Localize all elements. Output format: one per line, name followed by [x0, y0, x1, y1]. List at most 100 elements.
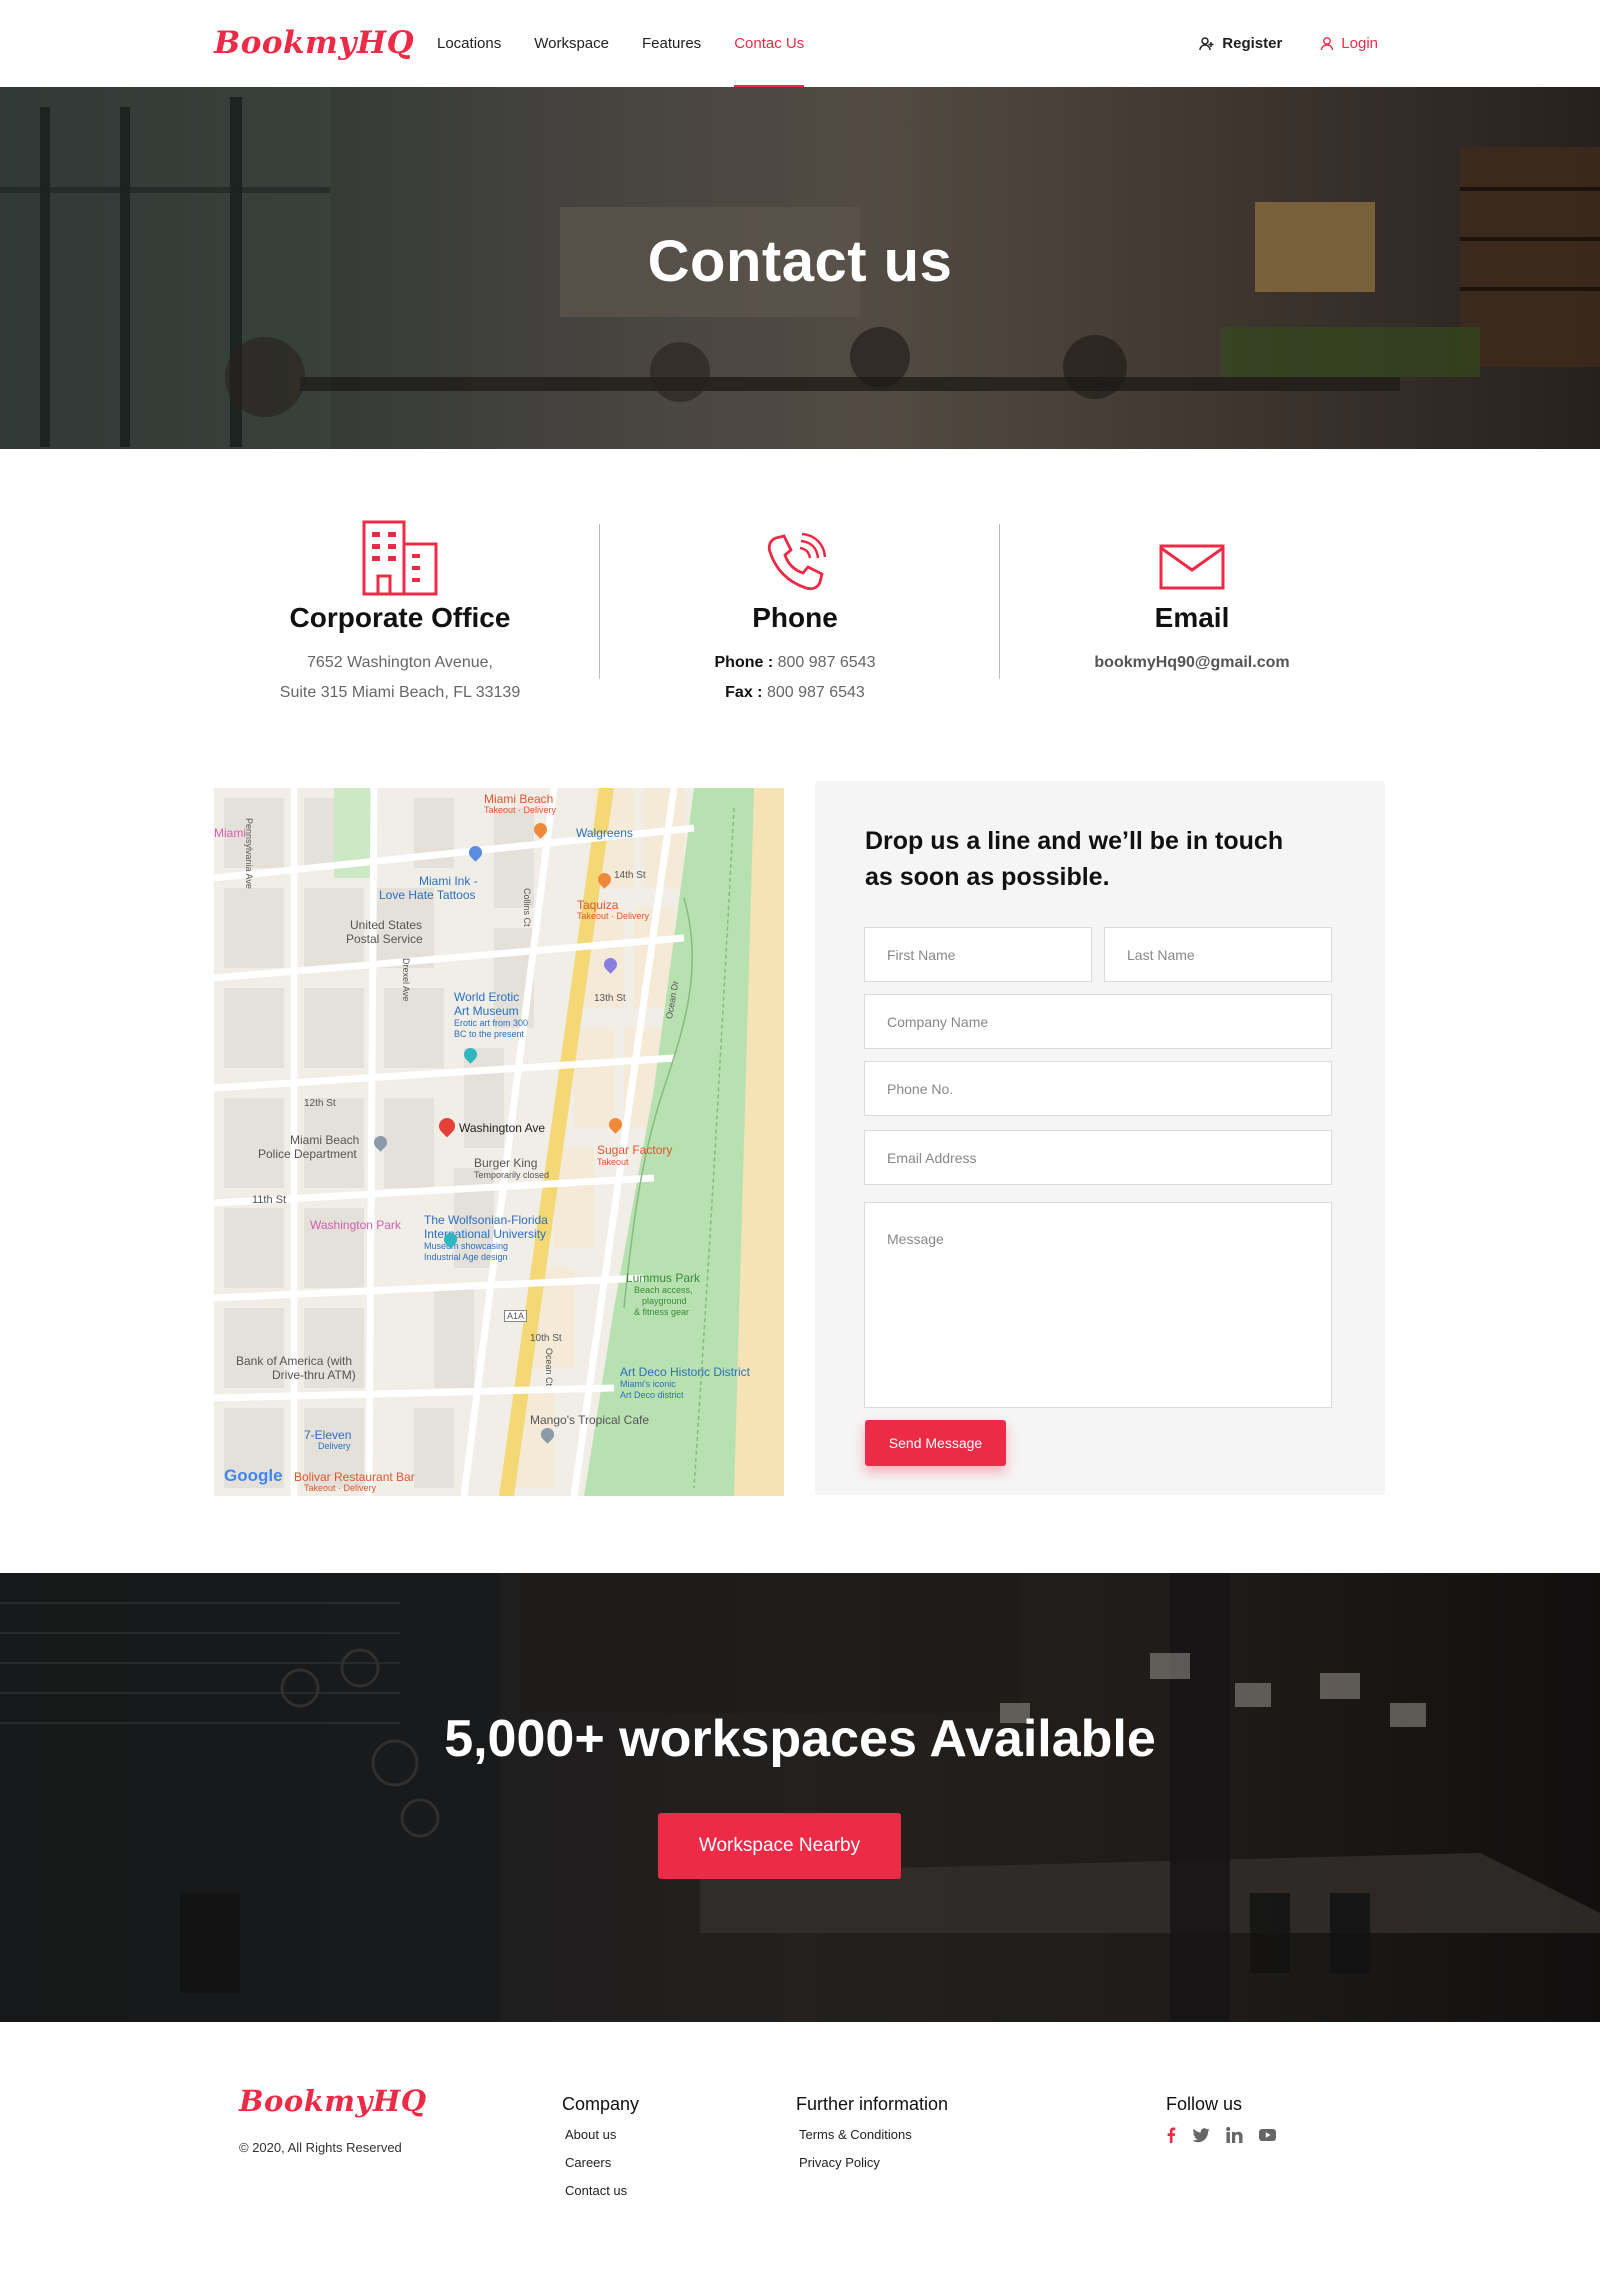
facebook-icon[interactable]: [1166, 2127, 1176, 2143]
map-label-10th-st: 10th St: [530, 1333, 562, 1344]
phone-label: Phone :: [714, 654, 774, 671]
footer-brand-logo[interactable]: BookmyHQ: [239, 2084, 427, 2118]
map-label-art-deco-3: Art Deco district: [620, 1390, 684, 1400]
hero-title: Contact us: [647, 229, 953, 294]
twitter-icon[interactable]: [1192, 2127, 1210, 2143]
map-label-bolivar-delivery: Takeout · Delivery: [304, 1483, 377, 1493]
map-label-temporarily-closed: Temporarily closed: [474, 1170, 550, 1180]
map-label-washington-park: Washington Park: [310, 1218, 401, 1232]
info-divider-1: [599, 524, 600, 679]
workspace-nearby-button[interactable]: Workspace Nearby: [658, 1813, 901, 1879]
user-icon: [1320, 36, 1341, 51]
phone-block: Phone Phone : 800 987 6543 Fax : 800 987…: [655, 520, 935, 708]
map-label-collins-ct: Collins Ct: [522, 888, 532, 927]
first-name-field[interactable]: First Name: [864, 927, 1092, 982]
footer-further-heading: Further information: [796, 2094, 949, 2114]
map-label-world-erotic-4: BC to the present: [454, 1029, 525, 1039]
office-address-line2: Suite 315 Miami Beach, FL 33139: [279, 684, 521, 701]
map-label-love-hate-tattoos: Love Hate Tattoos: [379, 888, 476, 902]
workspaces-cta-banner: 5,000+ workspaces Available Workspace Ne…: [0, 1573, 1600, 2022]
footer: BookmyHQ © 2020, All Rights Reserved Com…: [0, 2022, 1600, 2277]
youtube-icon[interactable]: [1259, 2129, 1276, 2141]
map-label-wolfsonian-2: International University: [424, 1227, 547, 1241]
phone-icon: [655, 520, 935, 602]
map-label-miami-ink: Miami Ink -: [419, 874, 478, 888]
last-name-field[interactable]: Last Name: [1104, 927, 1332, 982]
footer-link-privacy[interactable]: Privacy Policy: [799, 2155, 948, 2170]
fax-line: Fax : 800 987 6543: [655, 678, 935, 708]
social-links: [1166, 2127, 1292, 2143]
message-field[interactable]: Message: [864, 1202, 1332, 1408]
phone-field[interactable]: Phone No.: [864, 1061, 1332, 1116]
fax-label: Fax :: [725, 684, 763, 701]
map-label-world-erotic-2: Art Museum: [454, 1004, 519, 1018]
map-label-ocean-ct: Ocean Ct: [544, 1348, 554, 1387]
map-label-art-deco-1: Art Deco Historic District: [620, 1365, 751, 1379]
footer-follow-column: Follow us: [1166, 2094, 1292, 2143]
envelope-icon: [1052, 520, 1332, 602]
corporate-office-block: Corporate Office 7652 Washington Avenue,…: [260, 520, 540, 708]
register-icon: [1199, 36, 1222, 52]
map-label-seven-eleven: 7-Eleven: [304, 1428, 352, 1442]
google-logo-text: Google: [224, 1466, 283, 1485]
nav-link-contact[interactable]: Contac Us: [734, 0, 805, 87]
phone-title: Phone: [752, 602, 838, 633]
map-label-14th-st: 14th St: [614, 870, 646, 881]
email-field[interactable]: Email Address: [864, 1130, 1332, 1185]
nav-links: Locations Workspace Features Contac Us: [437, 0, 837, 87]
location-map[interactable]: Miami Beach Takeout · Delivery Walgreens…: [214, 788, 784, 1496]
phone-line: Phone : 800 987 6543: [655, 648, 935, 678]
office-address-line1: 7652 Washington Avenue,: [307, 654, 493, 671]
map-label-police-2: Police Department: [258, 1147, 357, 1161]
email-block: Email bookmyHq90@gmail.com: [1052, 520, 1332, 678]
nav-link-workspace[interactable]: Workspace: [534, 0, 609, 87]
hero-banner: Contact us: [0, 87, 1600, 449]
map-label-world-erotic-3: Erotic art from 300: [454, 1018, 529, 1028]
map-label-drexel-ave: Drexel Ave: [401, 958, 411, 1002]
contact-form-panel: Drop us a line and we’ll be in touch as …: [815, 781, 1385, 1495]
map-label-usps-2: Postal Service: [346, 932, 423, 946]
map-label-lummus-park: Lummus Park: [626, 1271, 701, 1285]
footer-link-about-us[interactable]: About us: [565, 2127, 639, 2142]
brand-logo[interactable]: BookmyHQ: [214, 25, 414, 61]
footer-link-terms[interactable]: Terms & Conditions: [799, 2127, 948, 2142]
footer-link-contact-us[interactable]: Contact us: [565, 2183, 639, 2198]
login-button[interactable]: Login: [1320, 35, 1378, 52]
send-message-button[interactable]: Send Message: [865, 1420, 1006, 1466]
map-label-police-1: Miami Beach: [290, 1133, 360, 1147]
map-label-usps-1: United States: [350, 918, 423, 932]
footer-company-heading: Company: [562, 2094, 640, 2114]
phone-number[interactable]: 800 987 6543: [778, 654, 876, 671]
register-label: Register: [1222, 35, 1283, 52]
linkedin-icon[interactable]: [1226, 2127, 1243, 2143]
login-label: Login: [1341, 35, 1378, 52]
map-label-miami: Miami: [214, 826, 246, 840]
office-title: Corporate Office: [289, 602, 511, 633]
email-title: Email: [1154, 602, 1230, 633]
nav-link-features[interactable]: Features: [642, 0, 701, 87]
company-name-field[interactable]: Company Name: [864, 994, 1332, 1049]
top-navbar: BookmyHQ Locations Workspace Features Co…: [0, 0, 1600, 87]
map-label-taquiza: Taquiza: [577, 898, 619, 912]
nav-auth: Register Login: [1161, 0, 1378, 87]
map-label-seven-eleven-delivery: Delivery: [318, 1441, 351, 1451]
cta-title: 5,000+ workspaces Available: [444, 1710, 1156, 1768]
register-button[interactable]: Register: [1199, 35, 1282, 52]
footer-follow-heading: Follow us: [1166, 2094, 1243, 2114]
map-label-boa-2: Drive-thru ATM): [272, 1368, 356, 1382]
map-label-sugar-factory: Sugar Factory: [597, 1143, 673, 1157]
cta-overlay: [0, 1573, 1600, 2022]
fax-number: 800 987 6543: [766, 684, 865, 701]
nav-link-locations[interactable]: Locations: [437, 0, 501, 87]
map-label-wolfsonian-3: Museum showcasing: [424, 1241, 509, 1251]
map-label-world-erotic-1: World Erotic: [454, 990, 520, 1004]
footer-link-careers[interactable]: Careers: [565, 2155, 639, 2170]
map-label-13th-st: 13th St: [594, 993, 626, 1004]
map-label-mangos: Mango's Tropical Cafe: [530, 1413, 650, 1427]
map-label-taquiza-delivery: Takeout · Delivery: [577, 911, 650, 921]
map-label-takeout-delivery: Takeout · Delivery: [484, 805, 557, 815]
map-label-burger-king: Burger King: [474, 1156, 538, 1170]
email-address[interactable]: bookmyHq90@gmail.com: [1052, 648, 1332, 678]
map-label-walgreens: Walgreens: [576, 826, 633, 840]
map-label-lummus-3: & fitness gear: [634, 1307, 690, 1317]
